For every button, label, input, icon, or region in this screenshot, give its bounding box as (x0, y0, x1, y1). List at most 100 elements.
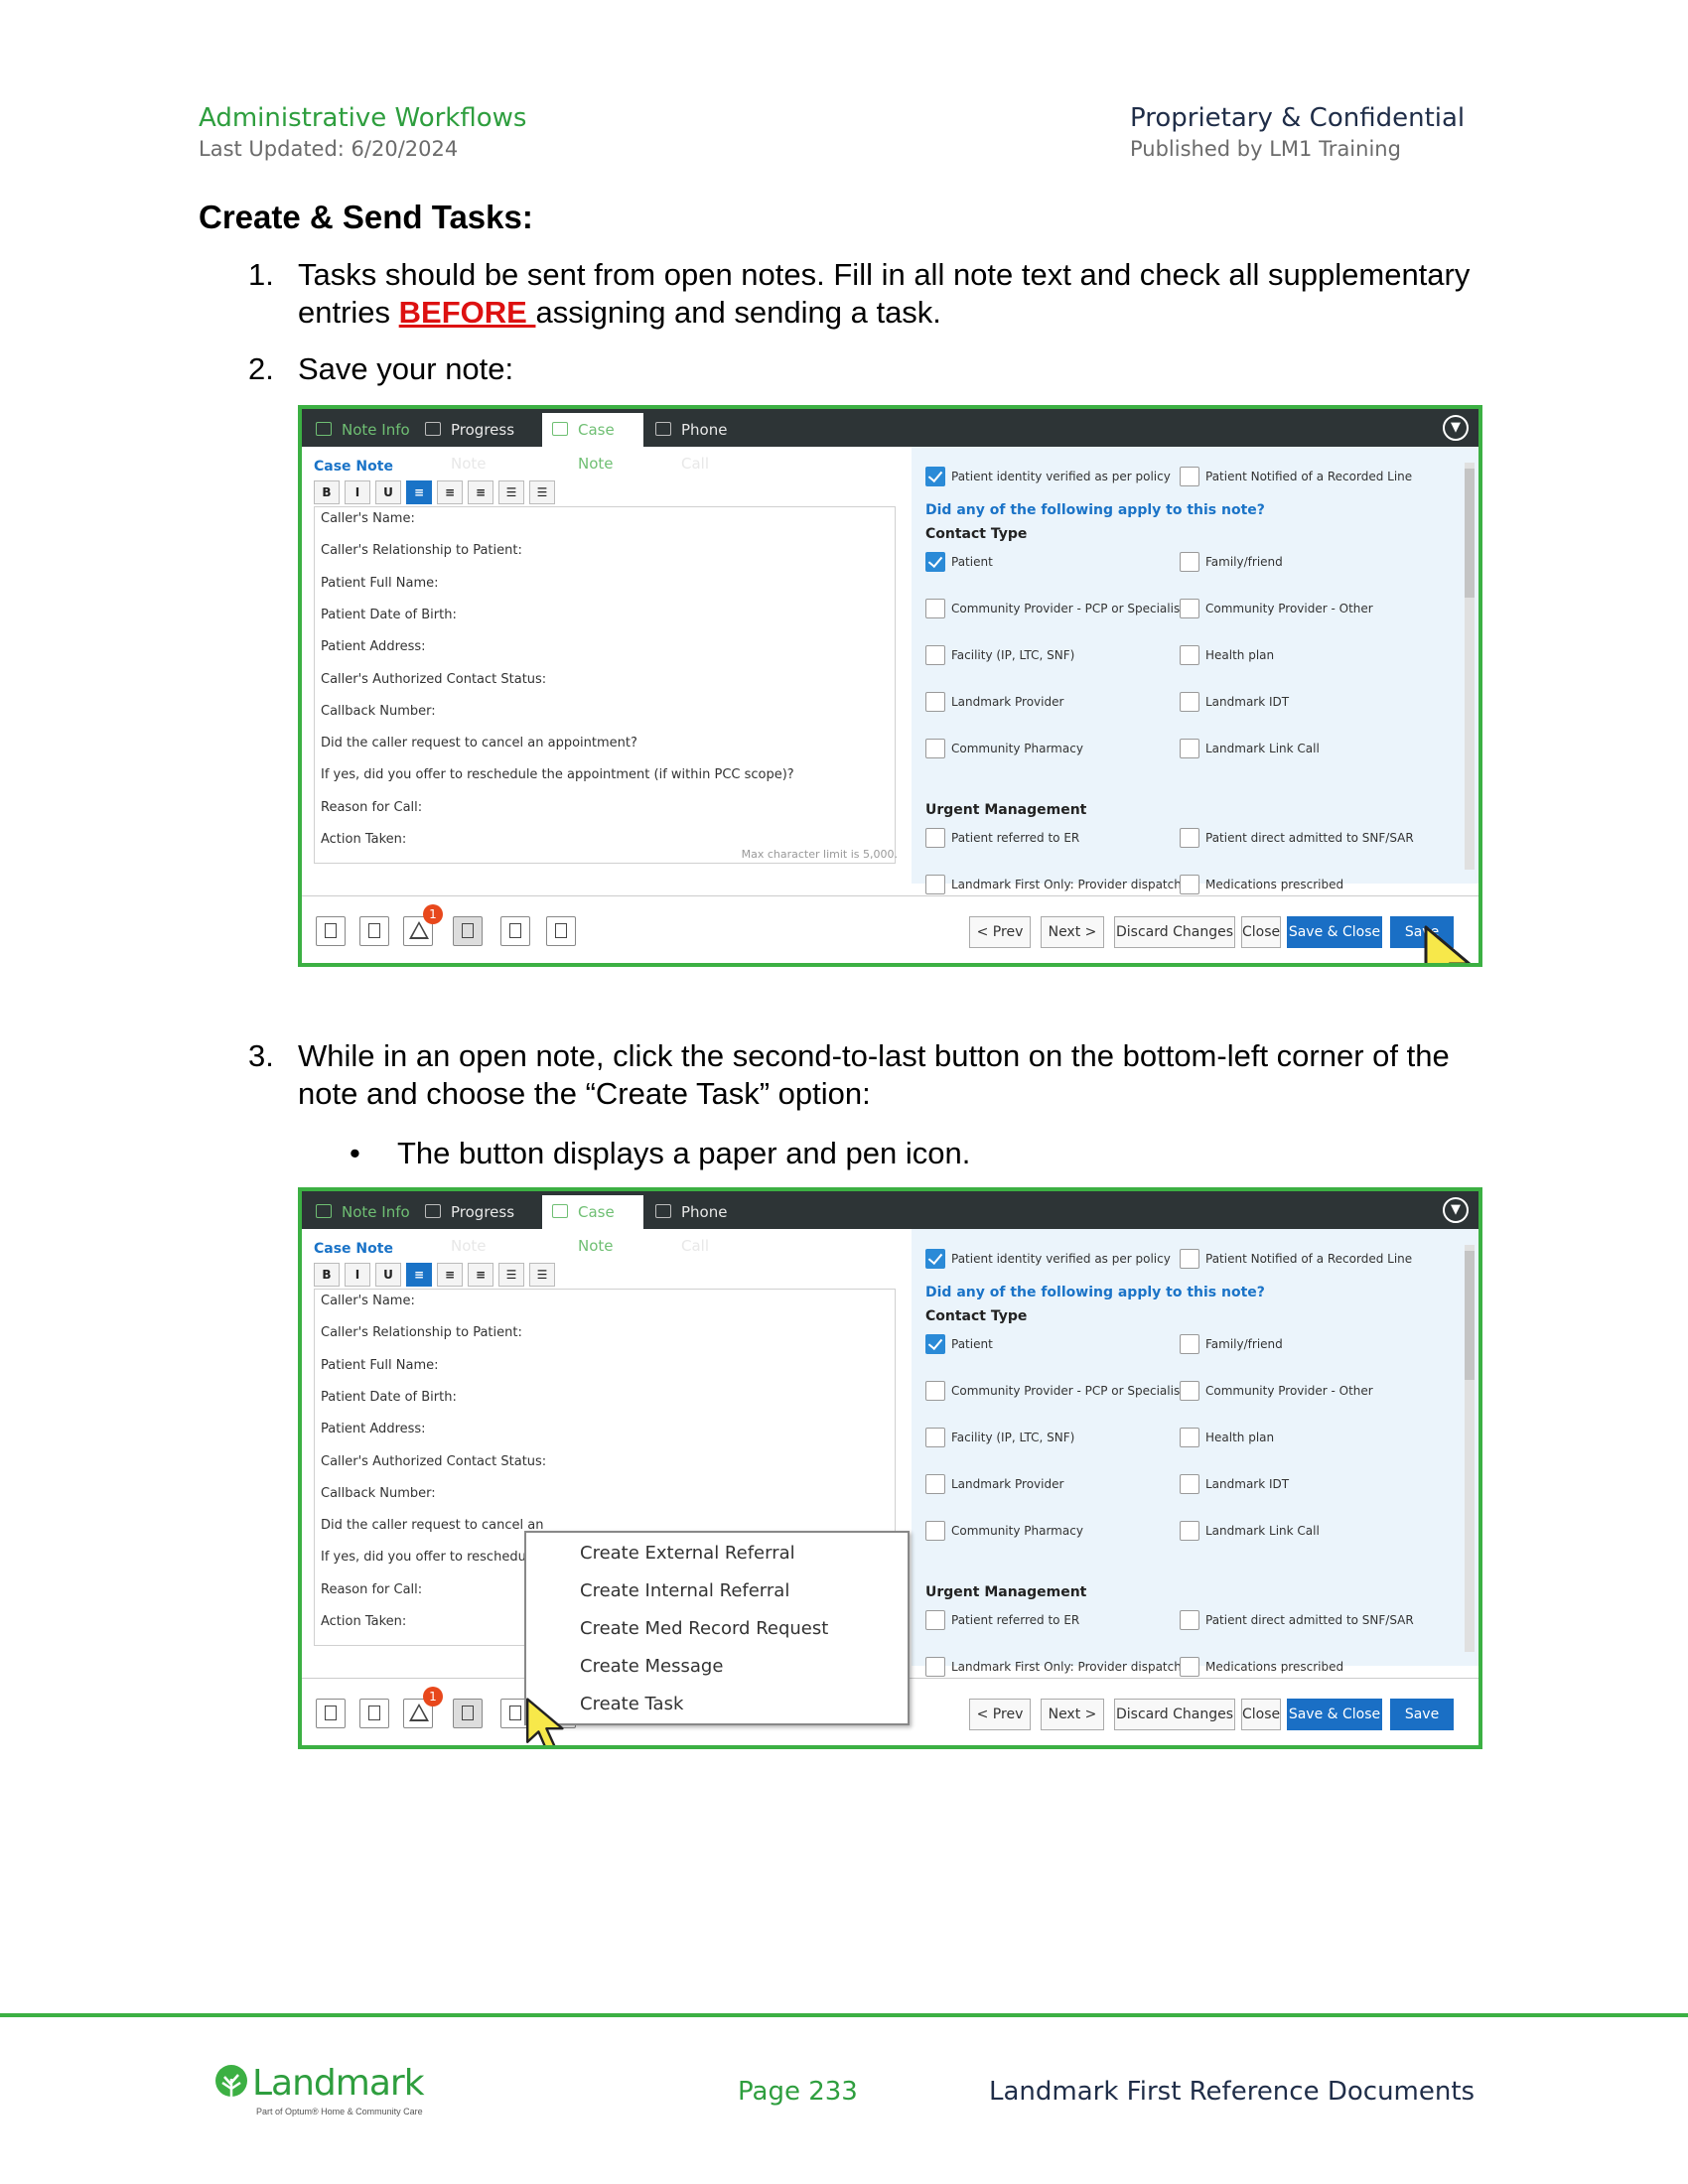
contact-type-checkbox[interactable] (1180, 552, 1199, 572)
help-note-icon[interactable] (359, 1699, 389, 1728)
collapse-icon[interactable]: ▼ (1443, 415, 1469, 441)
contact-type-checkbox[interactable] (925, 599, 945, 618)
contact-type-checkbox[interactable] (1180, 645, 1199, 665)
tab-icon (552, 1204, 568, 1218)
urgent-mgmt-checkbox[interactable] (1180, 828, 1199, 848)
contact-type-checkbox[interactable] (1180, 1428, 1199, 1447)
urgent-mgmt-checkbox[interactable] (1180, 1610, 1199, 1630)
contact-type-checkbox[interactable] (1180, 739, 1199, 758)
contact-type-checkbox[interactable] (1180, 1334, 1199, 1354)
tree-logo-icon (215, 2065, 247, 2099)
tab-note-info[interactable]: Note Info (306, 413, 413, 447)
numbered-list-button[interactable]: ☰ (529, 480, 555, 504)
contact-type-label: Landmark Link Call (1205, 1524, 1320, 1538)
bullet-list-button[interactable]: ☰ (498, 1263, 524, 1287)
glyph (509, 923, 521, 938)
contact-type-checkbox[interactable] (1180, 599, 1199, 618)
glyph (462, 923, 474, 938)
align-left-button[interactable]: ≡ (406, 480, 432, 504)
underline-button[interactable]: U (375, 480, 401, 504)
alert-count-badge: 1 (423, 904, 443, 924)
urgent-mgmt-checkbox[interactable] (1180, 875, 1199, 894)
note-field-label: Patient Address: (321, 1422, 426, 1437)
contact-type-checkbox[interactable] (1180, 1381, 1199, 1401)
align-left-button[interactable]: ≡ (406, 1263, 432, 1287)
tab-progress-note[interactable]: Progress Note (415, 1195, 540, 1255)
contact-type-label: Patient (951, 1337, 993, 1351)
logo-wordmark: Landmark (252, 2063, 425, 2104)
prev-button[interactable]: < Prev (969, 1699, 1031, 1730)
close-button[interactable]: Close (1241, 1699, 1281, 1730)
align-center-button[interactable]: ≡ (437, 1263, 463, 1287)
align-right-button[interactable]: ≡ (468, 1263, 493, 1287)
menu-item-internal-referral[interactable]: Create Internal Referral (580, 1580, 789, 1601)
bold-button[interactable]: B (314, 480, 340, 504)
menu-item-create-task[interactable]: Create Task (580, 1694, 683, 1714)
urgent-mgmt-checkbox[interactable] (925, 875, 945, 894)
italic-button[interactable]: I (345, 480, 370, 504)
underline-button[interactable]: U (375, 1263, 401, 1287)
bullet-list-button[interactable]: ☰ (498, 480, 524, 504)
attachment-icon[interactable] (453, 916, 483, 946)
recorded-line-checkbox[interactable] (1180, 1249, 1199, 1269)
save-close-button[interactable]: Save & Close (1287, 1699, 1382, 1730)
step-number: 2. (248, 351, 274, 386)
contact-type-checkbox[interactable] (1180, 692, 1199, 712)
paper-pen-icon[interactable] (500, 916, 530, 946)
contact-type-checkbox[interactable] (1180, 1521, 1199, 1541)
prev-button[interactable]: < Prev (969, 916, 1031, 948)
contact-type-checkbox[interactable] (925, 739, 945, 758)
tab-note-info[interactable]: Note Info (306, 1195, 413, 1229)
contact-type-checkbox[interactable] (925, 1521, 945, 1541)
tab-phone-call[interactable]: Phone Call (645, 1195, 749, 1255)
bold-button[interactable]: B (314, 1263, 340, 1287)
note-text-editor[interactable]: Caller's Name: Caller's Relationship to P… (314, 506, 896, 864)
close-button[interactable]: Close (1241, 916, 1281, 948)
contact-type-checkbox[interactable] (925, 1334, 945, 1354)
tab-phone-call[interactable]: Phone Call (645, 413, 749, 473)
identity-verified-checkbox[interactable] (925, 1249, 945, 1269)
insert-template-icon[interactable] (316, 916, 346, 946)
contact-type-checkbox[interactable] (925, 1381, 945, 1401)
note-field-label: Caller's Relationship to Patient: (321, 543, 522, 559)
align-right-button[interactable]: ≡ (468, 480, 493, 504)
glyph (368, 923, 380, 938)
note-action-bar: 1 < Prev Next > Discard Changes Close Save & … (302, 895, 1478, 963)
tab-progress-note[interactable]: Progress Note (415, 413, 540, 473)
align-center-button[interactable]: ≡ (437, 480, 463, 504)
save-button[interactable]: Save (1390, 1699, 1454, 1730)
contact-type-checkbox[interactable] (925, 1428, 945, 1447)
contact-type-checkbox[interactable] (925, 692, 945, 712)
clipboard-icon[interactable] (546, 916, 576, 946)
italic-button[interactable]: I (345, 1263, 370, 1287)
urgent-mgmt-checkbox[interactable] (925, 828, 945, 848)
contact-type-checkbox[interactable] (925, 552, 945, 572)
contact-type-checkbox[interactable] (1180, 1474, 1199, 1494)
discard-changes-button[interactable]: Discard Changes (1114, 1699, 1235, 1730)
urgent-mgmt-checkbox[interactable] (925, 1657, 945, 1677)
next-button[interactable]: Next > (1041, 1699, 1104, 1730)
menu-item-create-message[interactable]: Create Message (580, 1656, 723, 1677)
scrollbar-thumb[interactable] (1465, 469, 1475, 598)
save-close-button[interactable]: Save & Close (1287, 916, 1382, 948)
identity-verified-label: Patient identity verified as per policy (951, 1252, 1171, 1266)
identity-verified-checkbox[interactable] (925, 467, 945, 486)
tab-case-note[interactable]: Case Note (542, 413, 643, 473)
next-button[interactable]: Next > (1041, 916, 1104, 948)
urgent-mgmt-checkbox[interactable] (1180, 1657, 1199, 1677)
urgent-mgmt-checkbox[interactable] (925, 1610, 945, 1630)
menu-item-external-referral[interactable]: Create External Referral (580, 1543, 795, 1564)
contact-type-checkbox[interactable] (925, 1474, 945, 1494)
tab-case-note[interactable]: Case Note (542, 1195, 643, 1255)
scrollbar-thumb[interactable] (1465, 1251, 1475, 1380)
menu-item-med-record-request[interactable]: Create Med Record Request (580, 1618, 828, 1639)
recorded-line-checkbox[interactable] (1180, 467, 1199, 486)
contact-type-checkbox[interactable] (925, 645, 945, 665)
attachment-icon[interactable] (453, 1699, 483, 1728)
discard-changes-button[interactable]: Discard Changes (1114, 916, 1235, 948)
collapse-icon[interactable]: ▼ (1443, 1197, 1469, 1223)
question-heading: Did any of the following apply to this n… (925, 502, 1265, 518)
help-note-icon[interactable] (359, 916, 389, 946)
insert-template-icon[interactable] (316, 1699, 346, 1728)
numbered-list-button[interactable]: ☰ (529, 1263, 555, 1287)
